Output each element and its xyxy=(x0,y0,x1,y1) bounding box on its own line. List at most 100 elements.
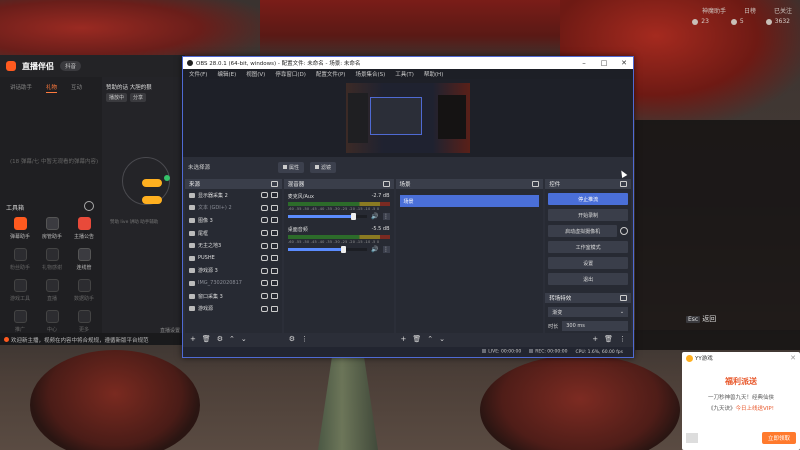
menu-edit[interactable]: 编辑(E) xyxy=(217,70,236,78)
menu-help[interactable]: 帮助(H) xyxy=(424,70,443,78)
slider-knob[interactable] xyxy=(350,213,356,220)
visibility-eye-icon[interactable] xyxy=(260,293,268,300)
scene-up-button[interactable]: ⌃ xyxy=(427,335,433,343)
lock-icon[interactable] xyxy=(270,217,278,224)
menu-docks[interactable]: 停靠窗口(D) xyxy=(275,70,306,78)
virtual-cam-gear-icon[interactable] xyxy=(620,227,629,235)
exit-button[interactable]: 退出 xyxy=(548,273,629,285)
tab-gifts[interactable]: 礼物 xyxy=(46,83,58,93)
source-item[interactable]: 游戏源 xyxy=(185,302,282,315)
visibility-eye-icon[interactable] xyxy=(260,230,268,237)
source-item[interactable]: 尾框 xyxy=(185,227,282,240)
source-item[interactable]: PUSHE xyxy=(185,252,282,265)
tool-live[interactable]: 直播 xyxy=(36,279,68,302)
studio-mode-button[interactable]: 工作室模式 xyxy=(548,241,629,253)
lock-icon[interactable] xyxy=(270,305,278,312)
visibility-eye-icon[interactable] xyxy=(260,204,268,211)
filters-button[interactable]: 滤镜 xyxy=(310,161,337,173)
speaker-icon[interactable]: 🔊 xyxy=(371,213,378,220)
remove-source-button[interactable]: 🗑 xyxy=(202,335,211,343)
lock-icon[interactable] xyxy=(270,267,278,274)
lock-icon[interactable] xyxy=(270,255,278,262)
lock-icon[interactable] xyxy=(270,192,278,199)
source-item[interactable]: 游戏源 3 xyxy=(185,265,282,278)
obs-preview[interactable] xyxy=(183,79,633,157)
speaker-icon[interactable]: 🔊 xyxy=(371,246,378,253)
slider-knob[interactable] xyxy=(341,246,347,253)
remove-scene-button[interactable]: 🗑 xyxy=(412,335,421,343)
move-up-button[interactable]: ⌃ xyxy=(229,335,235,343)
virtual-cam-button[interactable]: 启动虚拟摄像机 xyxy=(548,225,618,237)
add-transition-button[interactable]: + xyxy=(592,335,598,343)
tool-room-manager[interactable]: 房管助手 xyxy=(36,217,68,240)
tool-center[interactable]: 中心 xyxy=(36,310,68,333)
transition-menu-button[interactable]: ⋮ xyxy=(619,335,626,343)
tool-more[interactable]: 更多 xyxy=(68,310,100,333)
visibility-eye-icon[interactable] xyxy=(260,192,268,199)
duration-input[interactable]: 300 ms xyxy=(562,321,629,331)
tools-settings-icon[interactable] xyxy=(84,201,94,211)
menu-view[interactable]: 视图(V) xyxy=(246,70,265,78)
properties-button[interactable]: 属性 xyxy=(278,161,305,173)
source-settings-button[interactable]: ⚙ xyxy=(217,335,223,343)
mascot-button-bottom[interactable] xyxy=(142,196,162,204)
tool-link[interactable]: 连线管 xyxy=(68,248,100,271)
badge-ranking[interactable]: 日榜 xyxy=(744,6,756,15)
claim-button[interactable]: 立即领取 xyxy=(761,432,796,444)
tool-game[interactable]: 游戏工具 xyxy=(4,279,36,302)
tool-fans[interactable]: 粉丝助手 xyxy=(4,248,36,271)
stop-stream-button[interactable]: 停止推流 xyxy=(548,193,629,205)
visibility-eye-icon[interactable] xyxy=(260,267,268,274)
badge-assistant[interactable]: 神魔助手 xyxy=(702,6,726,15)
maximize-button[interactable]: □ xyxy=(599,59,609,67)
mixer-menu-button[interactable]: ⋮ xyxy=(301,335,308,343)
volume-slider[interactable] xyxy=(287,246,368,253)
source-item[interactable]: 无主之地3 xyxy=(185,239,282,252)
tool-promote[interactable]: 推广 xyxy=(4,310,36,333)
lock-icon[interactable] xyxy=(270,242,278,249)
scene-down-button[interactable]: ⌄ xyxy=(439,335,445,343)
badge-followed[interactable]: 已关注 xyxy=(774,6,792,15)
visibility-eye-icon[interactable] xyxy=(260,305,268,312)
source-item[interactable]: 文本 (GDI+) 2 xyxy=(185,202,282,215)
source-item[interactable]: IMG_7302020817 xyxy=(185,277,282,290)
source-item[interactable]: 图像 3 xyxy=(185,214,282,227)
volume-slider[interactable] xyxy=(287,213,368,220)
menu-tools[interactable]: 工具(T) xyxy=(395,70,414,78)
tool-data[interactable]: 数据助手 xyxy=(68,279,100,302)
close-button[interactable]: ✕ xyxy=(619,59,629,67)
close-icon[interactable]: ✕ xyxy=(790,354,796,362)
minimize-button[interactable]: – xyxy=(579,59,589,67)
undock-icon[interactable] xyxy=(270,181,278,187)
remove-transition-button[interactable]: 🗑 xyxy=(604,335,613,343)
start-record-button[interactable]: 开始录制 xyxy=(548,209,629,221)
menu-profile[interactable]: 配置文件(P) xyxy=(316,70,346,78)
tab-interaction[interactable]: 互动 xyxy=(71,83,82,93)
undock-icon[interactable] xyxy=(620,295,628,301)
visibility-eye-icon[interactable] xyxy=(260,255,268,262)
undock-icon[interactable] xyxy=(620,181,628,187)
channel-menu-button[interactable]: ⋮ xyxy=(382,213,390,220)
settings-button[interactable]: 设置 xyxy=(548,257,629,269)
add-source-button[interactable]: + xyxy=(190,335,196,343)
lock-icon[interactable] xyxy=(270,280,278,287)
return-button[interactable]: Esc 返回 xyxy=(686,314,716,324)
platform-badge[interactable]: 抖音 xyxy=(60,61,82,71)
visibility-eye-icon[interactable] xyxy=(260,242,268,249)
visibility-eye-icon[interactable] xyxy=(260,217,268,224)
menu-scene-collection[interactable]: 场景集合(S) xyxy=(355,70,385,78)
tool-gift-thanks[interactable]: 礼物感谢 xyxy=(36,248,68,271)
source-item[interactable]: 显示器采集 2 xyxy=(185,189,282,202)
undock-icon[interactable] xyxy=(382,181,390,187)
undock-icon[interactable] xyxy=(532,181,540,187)
tool-announcement[interactable]: 主播公告 xyxy=(68,217,100,240)
mixer-settings-button[interactable]: ⚙ xyxy=(289,335,295,343)
share-button[interactable]: 分享 xyxy=(130,93,147,102)
add-scene-button[interactable]: + xyxy=(401,335,407,343)
transition-select[interactable]: 渐变 ⌄ xyxy=(548,307,629,317)
scene-item[interactable]: 场景 xyxy=(399,195,540,207)
lock-icon[interactable] xyxy=(270,204,278,211)
mascot-button-top[interactable] xyxy=(142,179,162,187)
lock-icon[interactable] xyxy=(270,293,278,300)
channel-menu-button[interactable]: ⋮ xyxy=(382,246,390,253)
